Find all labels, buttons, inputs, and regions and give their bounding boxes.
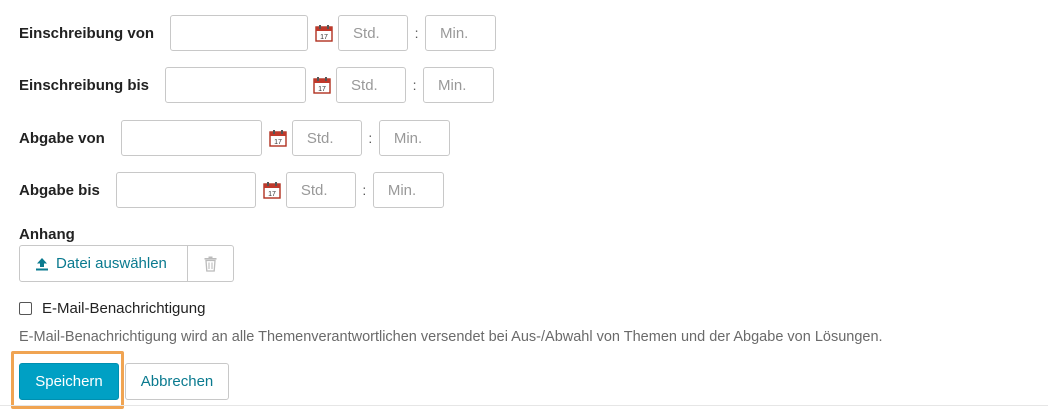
upload-file-button[interactable]: Datei auswählen bbox=[19, 245, 188, 282]
einschreibung-bis-hour-input[interactable] bbox=[336, 67, 407, 103]
delete-attachment-button[interactable] bbox=[188, 245, 234, 282]
cancel-button[interactable]: Abbrechen bbox=[125, 363, 229, 400]
einschreibung-von-hour-input[interactable] bbox=[338, 15, 409, 51]
divider bbox=[0, 405, 1048, 406]
abgabe-von-date-input[interactable] bbox=[120, 120, 262, 156]
svg-text:17: 17 bbox=[274, 139, 282, 146]
svg-text:17: 17 bbox=[268, 191, 276, 198]
calendar-icon[interactable]: 17 bbox=[315, 24, 333, 42]
abgabe-bis-date-input[interactable] bbox=[115, 172, 256, 208]
svg-text:17: 17 bbox=[320, 34, 328, 41]
trash-icon bbox=[204, 256, 217, 272]
einschreibung-von-minute-input[interactable] bbox=[425, 15, 497, 51]
abgabe-bis-minute-input[interactable] bbox=[372, 172, 444, 208]
abgabe-von-label: Abgabe von bbox=[19, 129, 105, 147]
svg-text:17: 17 bbox=[318, 86, 326, 93]
save-button[interactable]: Speichern bbox=[19, 363, 119, 400]
time-separator: : bbox=[412, 77, 417, 93]
time-separator: : bbox=[362, 182, 367, 198]
einschreibung-bis-minute-input[interactable] bbox=[423, 67, 495, 103]
einschreibung-bis-label: Einschreibung bis bbox=[19, 76, 150, 94]
upload-file-label: Datei auswählen bbox=[56, 255, 167, 272]
email-notification-help-text: E-Mail-Benachrichtigung wird an alle The… bbox=[19, 329, 883, 345]
calendar-icon[interactable]: 17 bbox=[269, 129, 287, 147]
abgabe-bis-hour-input[interactable] bbox=[285, 172, 356, 208]
einschreibung-bis-date-input[interactable] bbox=[165, 67, 307, 103]
time-separator: : bbox=[414, 25, 419, 41]
email-notification-checkbox[interactable] bbox=[19, 302, 32, 315]
einschreibung-von-date-input[interactable] bbox=[170, 15, 309, 51]
email-notification-label: E-Mail-Benachrichtigung bbox=[42, 300, 206, 317]
einschreibung-von-row: Einschreibung von 17 : bbox=[19, 14, 497, 52]
calendar-icon[interactable]: 17 bbox=[263, 181, 281, 199]
abgabe-von-minute-input[interactable] bbox=[378, 120, 450, 156]
email-notification-option[interactable]: E-Mail-Benachrichtigung bbox=[19, 300, 205, 317]
abgabe-bis-label: Abgabe bis bbox=[19, 181, 100, 199]
attachment-label: Anhang bbox=[19, 226, 75, 243]
upload-icon bbox=[36, 257, 48, 270]
abgabe-von-hour-input[interactable] bbox=[291, 120, 362, 156]
calendar-icon[interactable]: 17 bbox=[313, 76, 331, 94]
time-separator: : bbox=[368, 130, 373, 146]
einschreibung-bis-row: Einschreibung bis 17 : bbox=[19, 66, 495, 104]
abgabe-von-row: Abgabe von 17 : bbox=[19, 119, 450, 157]
attachment-controls: Datei auswählen bbox=[19, 245, 234, 282]
abgabe-bis-row: Abgabe bis 17 : bbox=[19, 171, 444, 209]
einschreibung-von-label: Einschreibung von bbox=[19, 24, 155, 42]
